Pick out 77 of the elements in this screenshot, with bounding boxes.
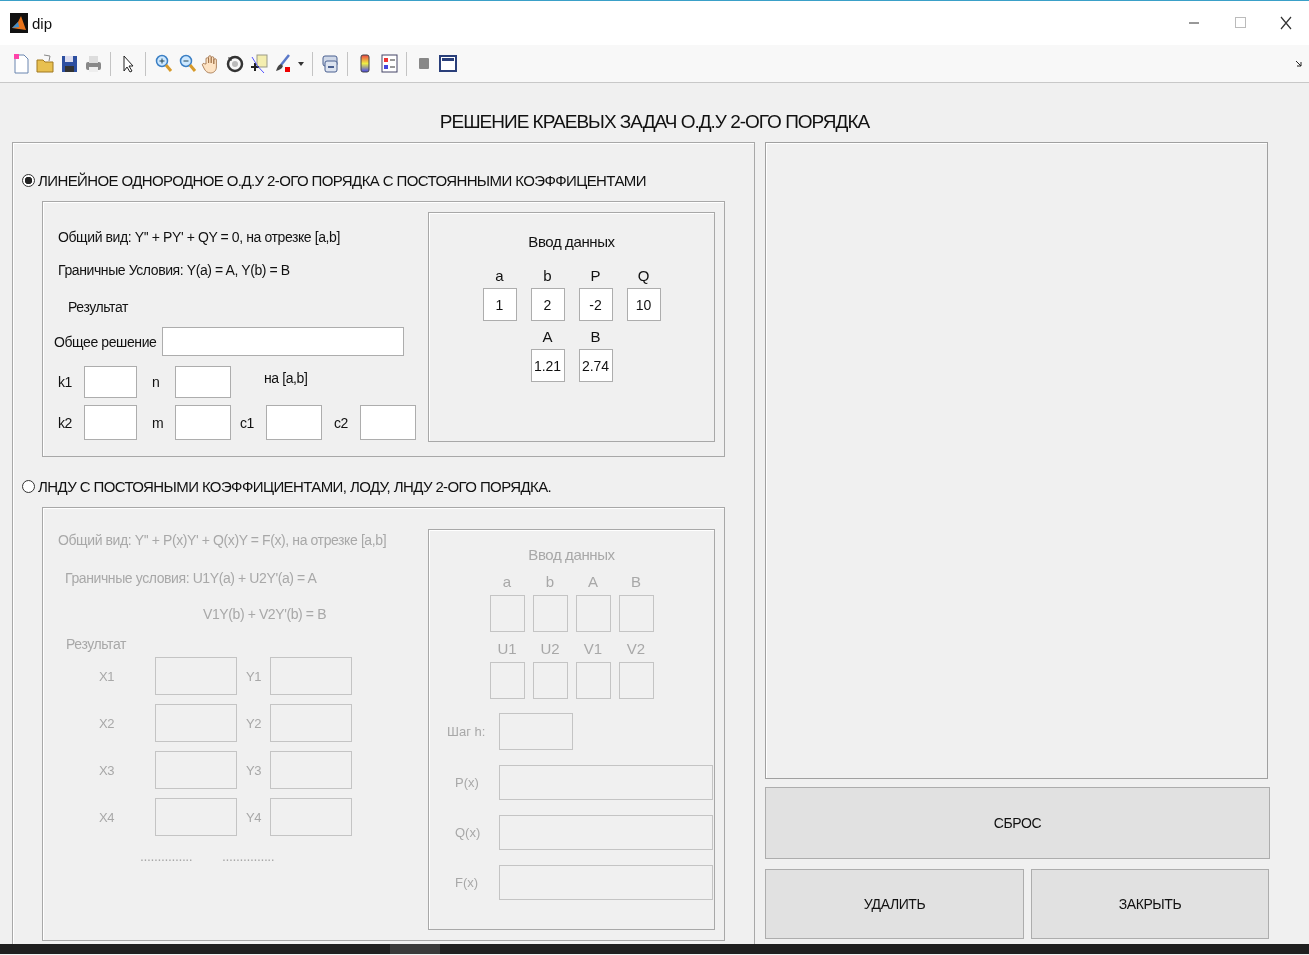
field-label: a bbox=[494, 266, 505, 286]
interval-note: на [a,b] bbox=[263, 370, 309, 386]
field-label: k1 bbox=[58, 374, 73, 390]
input-field[interactable] bbox=[162, 327, 405, 356]
field-label: B bbox=[630, 572, 642, 592]
input-field[interactable] bbox=[360, 405, 416, 440]
field-label: Y2 bbox=[244, 715, 263, 731]
zoom-in-icon[interactable] bbox=[153, 53, 173, 74]
action-button[interactable]: СБРОС bbox=[765, 787, 1270, 859]
field-label: c2 bbox=[334, 414, 349, 431]
close-icon[interactable] bbox=[1278, 15, 1294, 31]
field-label: Общее решение bbox=[54, 333, 157, 350]
field-label: A bbox=[587, 572, 599, 592]
panel-title: Ввод данных bbox=[528, 546, 615, 563]
input-field[interactable] bbox=[175, 405, 231, 440]
maximize-icon[interactable] bbox=[1232, 15, 1248, 31]
formula-text: V1Y(b) + V2Y'(b) = B bbox=[202, 605, 328, 624]
field-label: X1 bbox=[97, 668, 116, 684]
window-icon[interactable] bbox=[438, 53, 458, 74]
legend-icon[interactable] bbox=[379, 53, 399, 74]
field-label: X4 bbox=[97, 809, 116, 825]
brush-icon[interactable] bbox=[273, 53, 293, 74]
input-field[interactable]: 1 bbox=[482, 288, 517, 321]
window-title: dip bbox=[32, 14, 53, 32]
zoom-out-icon[interactable] bbox=[177, 53, 197, 74]
app-icon bbox=[10, 13, 28, 33]
field-label: V2 bbox=[625, 639, 647, 659]
field-label: X2 bbox=[97, 715, 116, 731]
field-label: P bbox=[589, 266, 602, 286]
field-label: m bbox=[152, 414, 165, 431]
field-label: V1 bbox=[582, 639, 604, 659]
result-label: Результат bbox=[65, 635, 128, 654]
input-field[interactable]: 2.74 bbox=[578, 349, 613, 382]
field-label: F(x) bbox=[454, 875, 480, 890]
formula-text: Общий вид: Y'' + PY' + QY = 0, на отрезке [a,b] bbox=[58, 228, 341, 247]
data-cursor-icon[interactable] bbox=[249, 53, 269, 74]
field-label: P(x) bbox=[454, 775, 480, 790]
field-label: b bbox=[542, 266, 553, 286]
field-label: B bbox=[589, 327, 602, 347]
formula-text: Граничные условия: U1Y(a) + U2Y'(a) = A bbox=[64, 569, 318, 588]
field-label: X3 bbox=[97, 762, 116, 778]
input-field[interactable]: 10 bbox=[626, 288, 661, 321]
field-label: Шаг h: bbox=[447, 724, 487, 739]
formula-text: Общий вид: Y'' + P(x)Y' + Q(x)Y = F(x), на отрезке [a,b] bbox=[58, 531, 388, 550]
field-label: b bbox=[544, 572, 556, 592]
field-label: Q(x) bbox=[454, 825, 482, 840]
field-label: n bbox=[152, 374, 161, 390]
radio-dot[interactable] bbox=[22, 173, 35, 187]
field-label: Q bbox=[636, 266, 651, 286]
input-field[interactable]: 1.21 bbox=[530, 349, 565, 382]
field-label: U2 bbox=[539, 639, 561, 659]
input-field[interactable]: -2 bbox=[578, 288, 613, 321]
field-label: A bbox=[541, 327, 554, 347]
ellipsis-text: ............... bbox=[222, 848, 276, 864]
radio-button[interactable]: ЛИНЕЙНОЕ ОДНОРОДНОЕ О.Д.У 2-ОГО ПОРЯДКА С ПОСТОЯННЫМИ КОЭФФИЦЕНТАМИ bbox=[22, 169, 646, 191]
toolbar-overflow-icon[interactable] bbox=[1295, 59, 1303, 67]
formula-text: Граничные Условия: Y(a) = A, Y(b) = B bbox=[58, 261, 291, 280]
field-label: a bbox=[501, 572, 513, 592]
field-label: Y3 bbox=[244, 762, 263, 778]
field-label: U1 bbox=[496, 639, 518, 659]
field-label: c1 bbox=[240, 414, 255, 431]
save-icon[interactable] bbox=[59, 53, 79, 74]
panel-title: Ввод данных bbox=[528, 233, 615, 250]
field-label: Y4 bbox=[244, 809, 263, 825]
ellipsis-text: ............... bbox=[140, 848, 194, 864]
field-label: k2 bbox=[58, 414, 73, 431]
input-field[interactable]: 2 bbox=[530, 288, 565, 321]
new-file-icon[interactable] bbox=[11, 53, 31, 74]
action-button[interactable]: ЗАКРЫТЬ bbox=[1031, 869, 1269, 939]
result-label: Результат bbox=[67, 298, 130, 317]
action-button[interactable]: УДАЛИТЬ bbox=[765, 869, 1024, 939]
field-label: Y1 bbox=[244, 668, 263, 684]
input-field[interactable] bbox=[84, 366, 137, 398]
page-heading: РЕШЕНИЕ КРАЕВЫХ ЗАДАЧ О.Д.У 2-ОГО ПОРЯДКА bbox=[439, 110, 870, 133]
input-field[interactable] bbox=[266, 405, 322, 440]
input-field[interactable] bbox=[175, 366, 231, 398]
input-field[interactable] bbox=[84, 405, 137, 440]
